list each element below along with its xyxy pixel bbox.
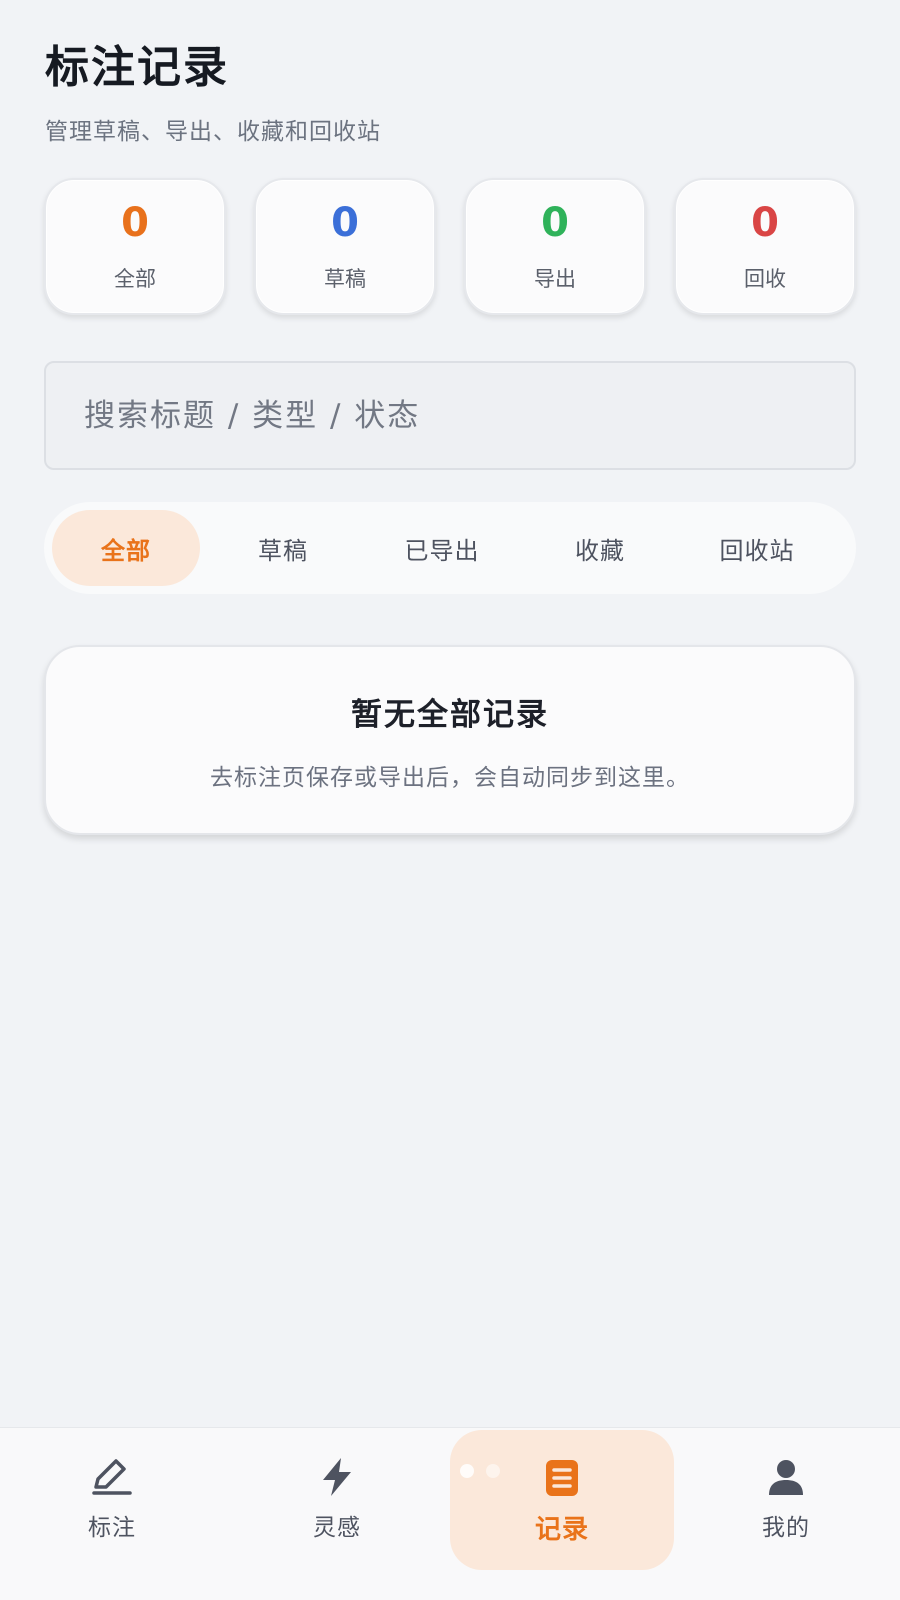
ripple-dots [460,1464,500,1478]
empty-state-title: 暂无全部记录 [351,696,549,733]
stat-value-exported: 0 [541,199,569,246]
nav-item-me[interactable]: 我的 [686,1428,886,1568]
pencil-icon [89,1454,135,1500]
ripple-dot [486,1464,500,1478]
empty-state-card: 暂无全部记录 去标注页保存或导出后，会自动同步到这里。 [44,645,856,835]
stat-card-exported[interactable]: 0 导出 [464,178,646,315]
stat-value-all: 0 [121,199,149,246]
nav-label-me: 我的 [762,1515,810,1541]
tab-favorites[interactable]: 收藏 [518,510,682,586]
search-input[interactable] [84,397,854,434]
ripple-dot [460,1464,474,1478]
stats-row: 0 全部 0 草稿 0 导出 0 回收 [44,178,856,315]
tab-recycle-bin[interactable]: 回收站 [682,510,832,586]
stat-label-all: 全部 [114,266,156,291]
nav-item-records[interactable]: 记录 [450,1430,674,1570]
nav-item-inspiration[interactable]: 灵感 [237,1428,437,1568]
nav-item-annotate[interactable]: 标注 [12,1428,212,1568]
stat-value-drafts: 0 [331,199,359,246]
tab-drafts[interactable]: 草稿 [200,510,366,586]
bottom-nav: 标注 灵感 记录 我的 [0,1427,900,1600]
stat-card-drafts[interactable]: 0 草稿 [254,178,436,315]
nav-label-inspiration: 灵感 [313,1515,361,1541]
page-header: 标注记录 管理草稿、导出、收藏和回收站 [45,40,381,146]
tab-exported[interactable]: 已导出 [366,510,518,586]
stat-label-drafts: 草稿 [324,266,366,291]
stat-value-recycle: 0 [751,199,779,246]
tab-all[interactable]: 全部 [52,510,200,586]
search-box [44,361,856,470]
filter-tabs: 全部 草稿 已导出 收藏 回收站 [44,502,856,594]
stat-card-all[interactable]: 0 全部 [44,178,226,315]
nav-label-records: 记录 [534,1514,589,1545]
page-title: 标注记录 [45,42,229,93]
lightning-icon [314,1454,360,1500]
page-subtitle: 管理草稿、导出、收藏和回收站 [45,119,381,145]
stat-label-recycle: 回收 [744,266,786,291]
nav-label-annotate: 标注 [88,1515,136,1541]
list-icon [539,1455,585,1501]
empty-state-description: 去标注页保存或导出后，会自动同步到这里。 [210,764,690,791]
user-icon [763,1454,809,1500]
stat-label-exported: 导出 [534,266,576,291]
stat-card-recycle[interactable]: 0 回收 [674,178,856,315]
